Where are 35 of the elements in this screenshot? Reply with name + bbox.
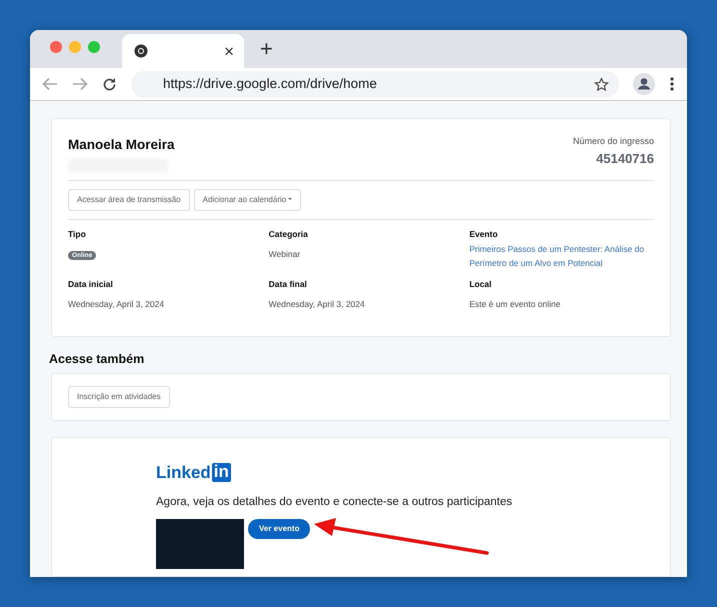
calendar-dropdown[interactable]: Adicionar ao calendário <box>194 189 302 212</box>
field-label: Categoria <box>268 228 309 242</box>
profile-avatar-icon[interactable] <box>633 73 655 96</box>
field-value: Webinar <box>268 249 300 260</box>
field-label: Local <box>469 278 493 292</box>
browser-tab[interactable]: × <box>122 34 244 68</box>
forward-icon[interactable] <box>72 77 88 92</box>
close-tab-button[interactable]: × <box>224 42 234 60</box>
close-window-dot[interactable] <box>50 41 62 54</box>
field-value: Wednesday, April 3, 2024 <box>268 299 365 310</box>
linkedin-logo: Linked in <box>156 461 232 484</box>
field-label: Data inicial <box>68 278 114 292</box>
browser-logo-icon <box>134 44 148 58</box>
field-value: Este é um evento online <box>469 299 561 310</box>
activities-button[interactable]: Inscrição em atividades <box>68 386 170 408</box>
ticket-number: 45140716 <box>595 150 654 168</box>
bookmark-star-icon[interactable] <box>594 76 609 92</box>
address-bar[interactable]: https://drive.google.com/drive/home <box>131 70 619 98</box>
ticket-number-label: Número do ingresso <box>572 135 654 148</box>
linkedin-message: Agora, veja os detalhes do evento e conecte-se a outros participantes <box>156 494 514 510</box>
view-event-button[interactable]: Ver evento <box>248 518 310 539</box>
new-tab-button[interactable]: + <box>260 38 273 60</box>
minimize-window-dot[interactable] <box>69 41 81 54</box>
field-label: Evento <box>469 228 499 242</box>
maximize-window-dot[interactable] <box>88 41 100 54</box>
action-button[interactable]: Acessar área de transmissão <box>68 189 190 212</box>
event-link[interactable]: Primeiros Passos de um Pentester: Análise do Perímetro de um Alvo em Potencial <box>469 243 654 270</box>
attendee-name: Manoela Moreira <box>68 136 175 154</box>
field-value: Wednesday, April 3, 2024 <box>68 299 164 310</box>
field-label: Tipo <box>68 228 87 242</box>
section-title: Acesse também <box>49 351 146 368</box>
reload-icon[interactable] <box>102 76 117 92</box>
field-label: Data final <box>268 278 308 292</box>
menu-icon[interactable] <box>669 76 675 92</box>
back-icon[interactable] <box>42 77 58 92</box>
